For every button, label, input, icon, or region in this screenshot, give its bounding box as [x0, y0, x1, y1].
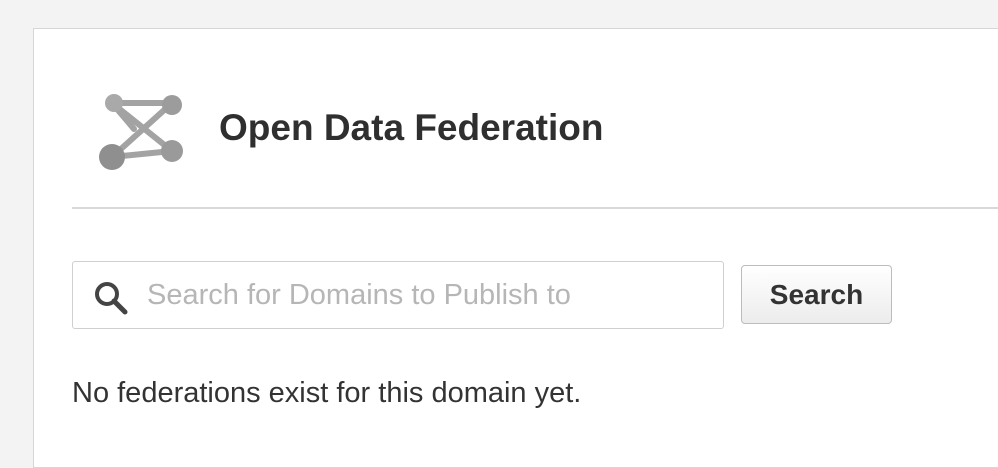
- search-icon: [95, 282, 128, 315]
- search-field[interactable]: [72, 261, 724, 329]
- page-title: Open Data Federation: [219, 107, 604, 148]
- network-graph-icon: [99, 94, 183, 170]
- search-input[interactable]: [147, 272, 707, 318]
- panel-header: Open Data Federation: [34, 29, 998, 209]
- empty-state-message: No federations exist for this domain yet…: [72, 377, 582, 409]
- federation-panel: Open Data Federation Search No federatio…: [33, 28, 998, 468]
- header-divider: [72, 207, 998, 209]
- search-button[interactable]: Search: [741, 265, 892, 324]
